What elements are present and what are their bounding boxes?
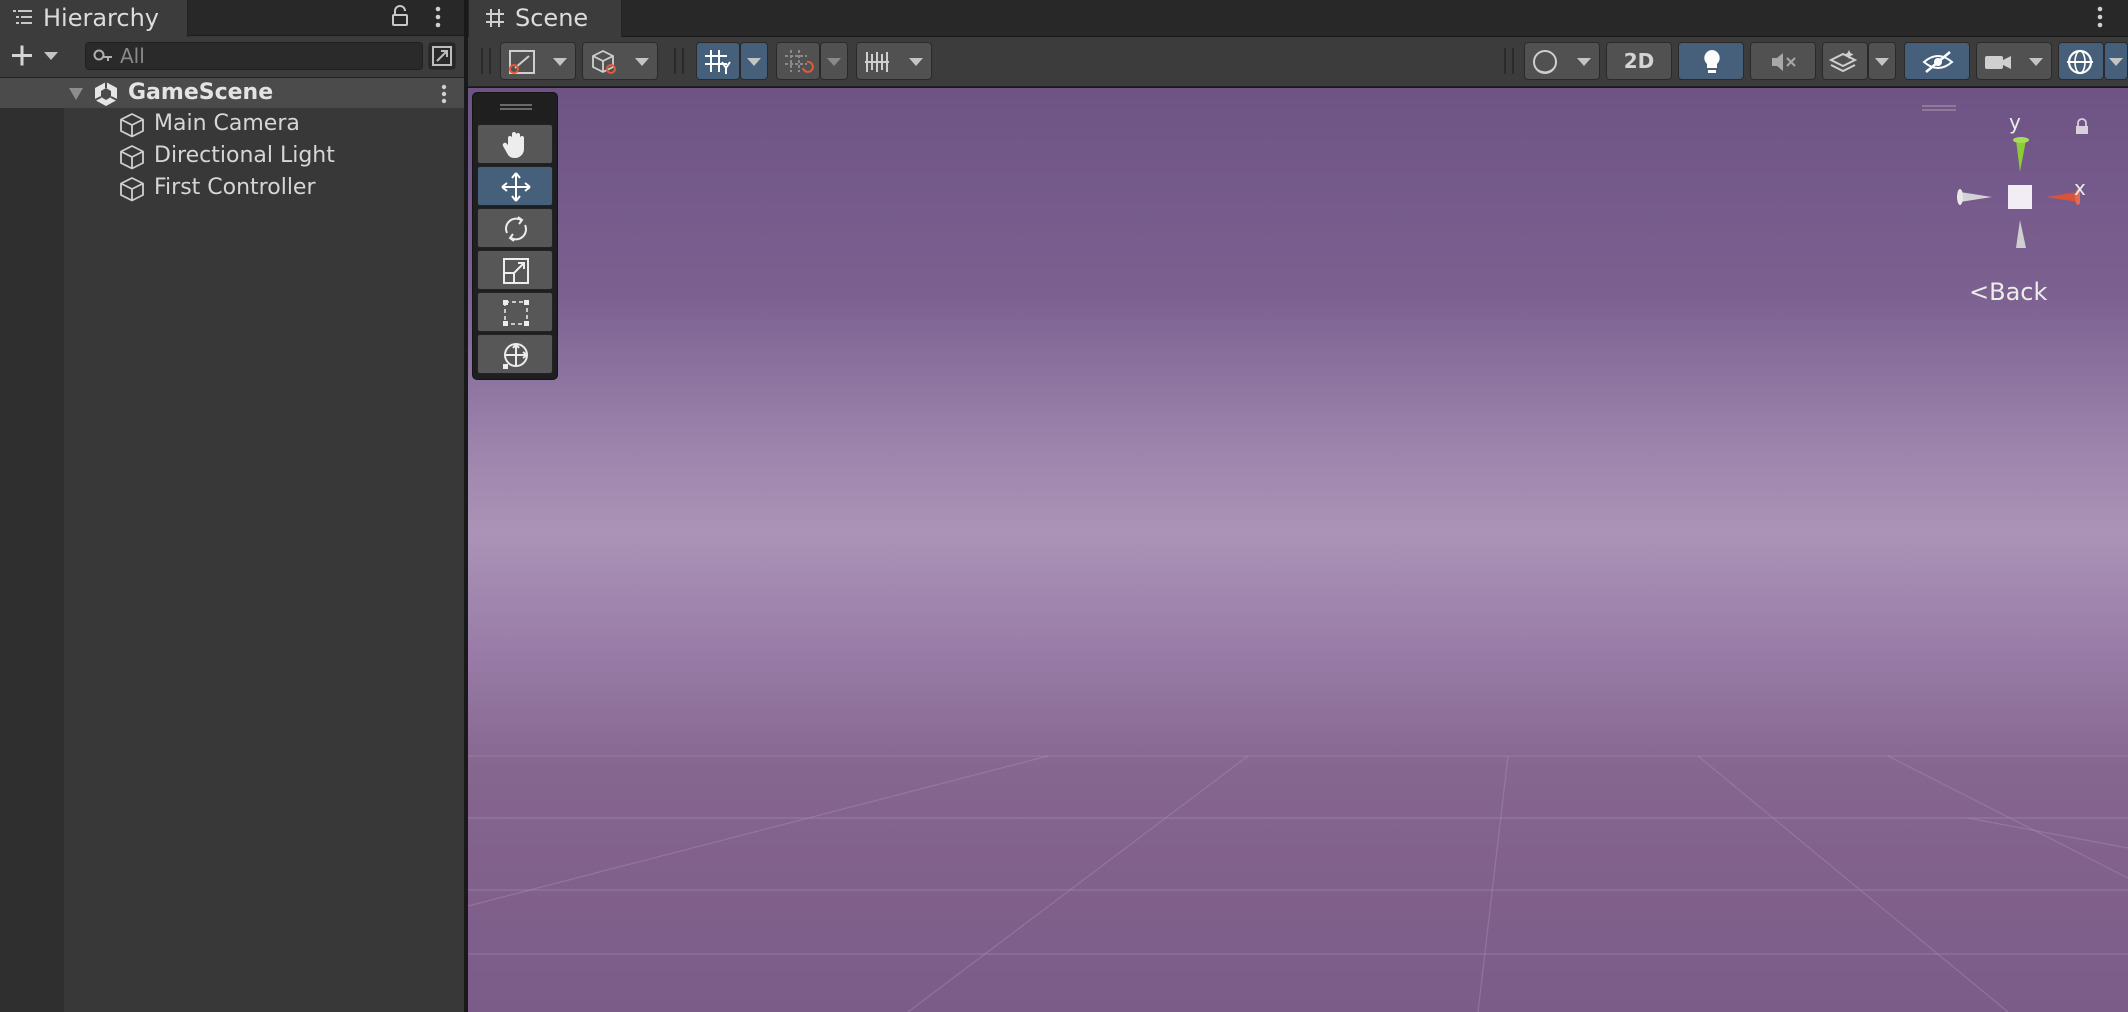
increment-snap-dropdown[interactable] <box>820 42 848 80</box>
hierarchy-gutter <box>0 78 64 1012</box>
collapse-arrow-icon[interactable] <box>68 87 84 101</box>
grid-snapping-dropdown[interactable] <box>740 42 768 80</box>
move-tool[interactable] <box>477 166 553 206</box>
transform-icon <box>503 343 528 369</box>
scene-visibility-button[interactable] <box>1904 42 1970 80</box>
scene-toolbar: 2D <box>468 37 2128 87</box>
kebab-menu-icon[interactable] <box>430 4 446 30</box>
grid-ruler-icon <box>863 48 895 76</box>
search-input[interactable] <box>120 43 420 69</box>
grid-visibility-dropdown[interactable] <box>856 42 932 80</box>
lightbulb-icon <box>1699 48 1725 76</box>
2d-mode-label: 2D <box>1623 49 1655 73</box>
kebab-menu-icon[interactable] <box>2092 4 2108 30</box>
transform-tool[interactable] <box>477 334 553 374</box>
video-camera-icon <box>1983 48 2015 76</box>
tool-settings-dropdown[interactable] <box>500 42 576 80</box>
list-icon <box>12 8 34 26</box>
hierarchy-item-main-camera[interactable]: Main Camera <box>118 109 418 139</box>
shading-sphere-icon <box>1531 48 1563 76</box>
hierarchy-item-first-controller[interactable]: First Controller <box>118 173 418 203</box>
rotate-tool[interactable] <box>477 208 553 248</box>
gizmo-y-cone[interactable] <box>2016 140 2026 172</box>
gizmo-sphere-icon <box>2065 48 2097 76</box>
toolbar-grip[interactable] <box>481 48 491 74</box>
scene-tab-title: Scene <box>515 4 589 32</box>
gameobject-cube-icon <box>118 111 146 139</box>
scale-tool[interactable] <box>477 250 553 290</box>
2d-mode-button[interactable]: 2D <box>1606 42 1672 80</box>
tool-handle-icon <box>507 48 539 76</box>
view-direction-label[interactable]: <Back <box>1969 278 2047 306</box>
cube-pivot-icon <box>589 48 621 76</box>
camera-settings-dropdown[interactable] <box>1976 42 2052 80</box>
overlay-grip[interactable] <box>500 104 532 110</box>
gizmo-neg-x-cone[interactable] <box>1960 192 1992 202</box>
draw-mode-dropdown[interactable] <box>1524 42 1600 80</box>
view-tool[interactable] <box>477 124 553 164</box>
hierarchy-item-label: Directional Light <box>154 143 335 168</box>
scene-name: GameScene <box>128 80 274 105</box>
toolbar-grip[interactable] <box>1504 48 1514 74</box>
gizmo-y-label: y <box>2009 110 2021 134</box>
back-chevron: < <box>1969 278 1990 306</box>
search-window-icon[interactable] <box>428 42 456 70</box>
view-direction-text: Back <box>1989 278 2048 306</box>
lock-icon[interactable] <box>390 5 410 27</box>
move-arrows-icon <box>501 172 531 202</box>
hierarchy-item-directional-light[interactable]: Directional Light <box>118 141 418 171</box>
audio-muted-icon <box>1769 48 1799 76</box>
audio-toggle-button[interactable] <box>1750 42 1816 80</box>
pivot-mode-dropdown[interactable] <box>582 42 658 80</box>
layers-effects-icon <box>1829 48 1861 76</box>
gameobject-cube-icon <box>118 143 146 171</box>
gizmos-dropdown[interactable] <box>2104 42 2128 80</box>
gizmo-neg-y-cone[interactable] <box>2016 220 2026 248</box>
increment-snap-button[interactable] <box>776 42 820 80</box>
search-icon <box>92 48 114 64</box>
scene-tab-bar <box>468 0 2128 36</box>
scale-icon <box>503 258 529 284</box>
scene-hash-icon <box>484 7 506 29</box>
gizmo-center-cube[interactable] <box>2008 185 2032 209</box>
hierarchy-item-label: First Controller <box>154 175 316 200</box>
add-object-button[interactable] <box>10 44 62 68</box>
hidden-eye-icon <box>1921 48 1955 76</box>
hierarchy-item-label: Main Camera <box>154 111 300 136</box>
grid-snap-icon <box>703 48 735 76</box>
unity-scene-icon <box>92 80 120 108</box>
grid-snapping-button[interactable] <box>696 42 740 80</box>
gameobject-cube-icon <box>118 175 146 203</box>
increment-snap-icon <box>783 48 815 76</box>
toolbar-grip[interactable] <box>674 48 684 74</box>
lighting-toggle-button[interactable] <box>1678 42 1744 80</box>
scene-viewport[interactable] <box>468 88 2128 1012</box>
gizmo-x-label: x <box>2074 176 2086 200</box>
effects-dropdown[interactable] <box>1868 42 1896 80</box>
rect-transform-icon <box>503 300 529 326</box>
rotate-icon <box>505 216 527 242</box>
gizmos-button[interactable] <box>2058 42 2104 80</box>
scene-grid <box>468 755 2128 1012</box>
gizmo-lock-icon[interactable] <box>2074 118 2090 136</box>
scene-menu-icon[interactable] <box>436 82 452 106</box>
hierarchy-tab-title: Hierarchy <box>43 4 160 32</box>
rect-tool[interactable] <box>477 292 553 332</box>
hand-icon <box>502 132 524 158</box>
effects-button[interactable] <box>1822 42 1868 80</box>
